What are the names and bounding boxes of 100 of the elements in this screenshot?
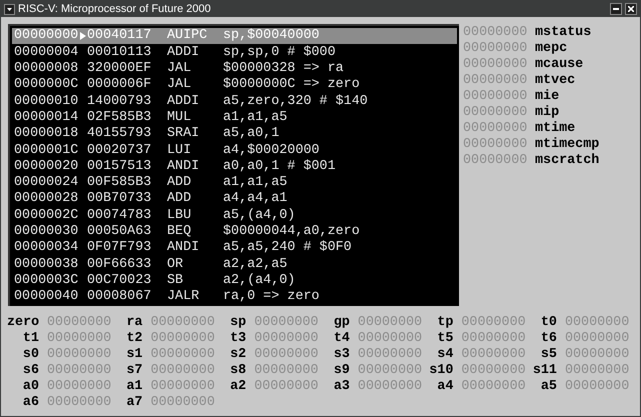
register-value: 00000000 — [254, 348, 318, 362]
listing-row[interactable]: 00000014 02F585B3 MUL a1,a1,a5 — [12, 109, 457, 126]
opcode-text: 00010113 — [87, 46, 152, 60]
register-value: 00000000 — [564, 364, 630, 378]
register-value: 00000000 — [461, 332, 526, 346]
register-value: 00000000 — [150, 364, 215, 378]
register-name: a0 — [22, 380, 39, 394]
register-value: 00000000 — [150, 396, 215, 410]
register-value: 00000000 — [150, 380, 215, 394]
listing-row[interactable]: 00000024 00F585B3 ADD a1,a1,a5 — [12, 174, 457, 191]
address-text: 00000024 — [14, 176, 78, 190]
address-text: 0000002C — [14, 208, 78, 222]
opcode-text: 40155793 — [87, 127, 152, 141]
operands-text: a5,zero,320 # $140 — [223, 94, 368, 108]
register-name: a3 — [332, 380, 350, 394]
register-value: 00000000 — [254, 364, 318, 378]
register-value: 00000000 — [463, 90, 528, 104]
register-value: 00000000 — [358, 332, 422, 346]
listing-row[interactable]: 00000034 0F07F793 ANDI a5,a5,240 # $0F0 — [12, 240, 457, 256]
listing-row[interactable]: 0000001C 00020737 LUI a4,$00020000 — [12, 142, 457, 158]
mnemonic-text: ADD — [167, 192, 192, 206]
listing-row[interactable]: 00000020 00157513 ANDI a0,a0,1 # $001 — [12, 158, 457, 175]
opcode-text: 00020737 — [87, 144, 152, 157]
close-icon — [628, 6, 634, 12]
register-name: mcause — [535, 58, 584, 72]
opcode-text: 00F585B3 — [87, 176, 152, 190]
mnemonic-text: ANDI — [167, 160, 200, 174]
listing-row[interactable]: 00000040 00008067 JALR ra,0 => zero — [12, 288, 457, 306]
address-text: 00000004 — [14, 46, 78, 60]
address-text: 00000038 — [14, 258, 78, 271]
window-menu-button[interactable] — [4, 4, 15, 14]
mnemonic-text: LUI — [167, 144, 192, 157]
mnemonic-text: JAL — [167, 78, 192, 92]
opcode-text: 00F66633 — [87, 258, 152, 271]
close-button[interactable] — [625, 3, 637, 15]
register-value: 00000000 — [254, 332, 318, 346]
register-value: 00000000 — [564, 380, 630, 394]
register-value: 00000000 — [47, 316, 112, 330]
register-name: s9 — [332, 364, 350, 378]
operands-text: a5,(a4,0) — [223, 208, 296, 222]
address-text: 00000020 — [14, 160, 78, 174]
register-value: 00000000 — [461, 364, 526, 378]
listing-row[interactable]: 00000018 40155793 SRAI a5,a0,1 — [12, 126, 457, 142]
register-value: 00000000 — [254, 380, 318, 394]
operands-text: $00000044,a0,zero — [223, 225, 360, 238]
register-value: 00000000 — [463, 154, 528, 168]
opcode-text: 00074783 — [87, 208, 152, 222]
register-value: 00000000 — [254, 316, 318, 330]
operands-text: a1,a1,a5 — [223, 176, 288, 190]
mnemonic-text: JAL — [167, 62, 192, 76]
listing-row[interactable]: 0000002C 00074783 LBU a5,(a4,0) — [12, 207, 457, 224]
minimize-icon — [613, 8, 619, 10]
operands-text: a4,a4,a1 — [223, 192, 288, 206]
register-value: 00000000 — [47, 396, 112, 410]
operands-text: a2,(a4,0) — [223, 274, 296, 288]
listing-row[interactable]: 00000030 00050A63 BEQ $00000044,a0,zero — [12, 224, 457, 240]
mnemonic-text: BEQ — [167, 225, 192, 238]
register-value: 00000000 — [47, 364, 112, 378]
register-value: 00000000 — [463, 138, 528, 152]
opcode-text: 00050A63 — [87, 225, 152, 238]
opcode-text: 00040117 — [87, 29, 152, 43]
listing-row[interactable]: 00000004 00010113 ADDI sp,sp,0 # $000 — [12, 44, 457, 61]
register-name: s4 — [436, 348, 454, 362]
mnemonic-text: OR — [167, 258, 184, 271]
mnemonic-text: LBU — [167, 208, 192, 222]
listing-row[interactable]: 0000000C 0000006F JAL $0000000C => zero — [12, 76, 457, 94]
opcode-text: 00157513 — [87, 160, 152, 174]
operands-text: a5,a0,1 — [223, 127, 280, 141]
register-name: t1 — [22, 332, 39, 346]
caret-icon — [7, 8, 12, 10]
opcode-text: 0000006F — [87, 78, 152, 92]
register-name: mie — [535, 90, 560, 104]
register-value: 00000000 — [47, 348, 112, 362]
operands-text: a4,$00020000 — [223, 144, 320, 157]
listing-row[interactable]: 00000038 00F66633 OR a2,a2,a5 — [12, 256, 457, 272]
mnemonic-text: ADDI — [167, 94, 200, 108]
listing-row[interactable]: 00000028 00B70733 ADD a4,a4,a1 — [12, 190, 457, 208]
register-value: 00000000 — [150, 316, 215, 330]
listing-row[interactable]: 00000008 320000EF JAL $00000328 => ra — [12, 60, 457, 77]
register-name: a2 — [229, 380, 246, 394]
operands-text: ra,0 => zero — [223, 290, 320, 304]
listing-row[interactable]: 00000010 14000793 ADDI a5,zero,320 # $140 — [12, 93, 457, 110]
listing-row[interactable]: 0000003C 00C70023 SB a2,(a4,0) — [12, 272, 457, 289]
mnemonic-text: SRAI — [167, 127, 200, 141]
register-name: s11 — [532, 364, 557, 378]
address-text: 00000008 — [14, 62, 78, 76]
register-name: gp — [332, 316, 350, 330]
register-name: t6 — [540, 332, 557, 346]
register-value: 00000000 — [358, 316, 422, 330]
mnemonic-text: ANDI — [167, 241, 200, 255]
opcode-text: 00B70733 — [87, 192, 152, 206]
register-value: 00000000 — [564, 332, 630, 346]
register-name: s5 — [540, 348, 557, 362]
minimize-button[interactable] — [610, 3, 622, 15]
register-value: 00000000 — [47, 332, 112, 346]
operands-text: a1,a1,a5 — [223, 110, 288, 124]
mnemonic-text: MUL — [167, 110, 192, 124]
register-name: sp — [229, 316, 246, 330]
register-name: a6 — [22, 396, 39, 410]
operands-text: sp,$00040000 — [223, 29, 320, 43]
